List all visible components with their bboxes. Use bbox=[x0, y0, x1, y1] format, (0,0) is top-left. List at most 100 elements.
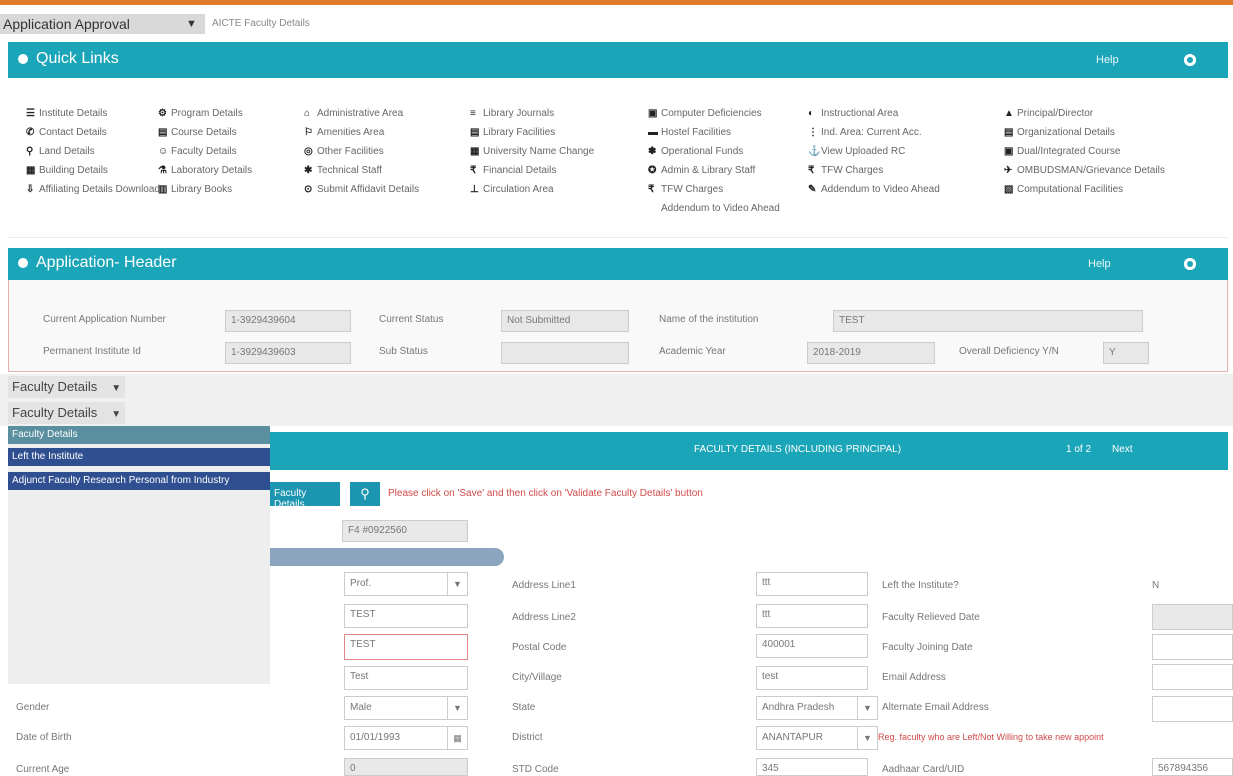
quick-link-label: Faculty Details bbox=[171, 146, 237, 157]
alt-email-input[interactable] bbox=[1152, 696, 1233, 722]
quick-link-item[interactable]: ₹ TFW Charges bbox=[648, 180, 780, 199]
address2-label: Address Line2 bbox=[512, 612, 576, 623]
quick-link-item[interactable]: ▤ Organizational Details bbox=[1004, 123, 1165, 142]
current-app-label: Current Application Number bbox=[43, 314, 166, 325]
quick-link-item[interactable]: ◎ Other Facilities bbox=[304, 142, 419, 161]
section-divider-pill bbox=[270, 548, 504, 566]
quick-link-item[interactable]: ⇩ Affiliating Details Download bbox=[26, 180, 160, 199]
application-header-title-text: Application- Header bbox=[36, 254, 177, 271]
quick-link-icon: ◐ bbox=[808, 108, 815, 119]
inst-name-field: TEST bbox=[833, 310, 1143, 332]
faculty-details-dropdown-2[interactable]: Faculty Details ▼ bbox=[8, 402, 126, 424]
postal-code-input[interactable]: 400001 bbox=[756, 634, 868, 658]
quick-link-item[interactable]: ✱ Technical Staff bbox=[304, 161, 419, 180]
quick-link-item[interactable]: ▦ University Name Change bbox=[470, 142, 594, 161]
perm-id-field: 1-3929439603 bbox=[225, 342, 351, 364]
menu-item-adjunct-faculty[interactable]: Adjunct Faculty Research Personal from I… bbox=[8, 472, 270, 490]
city-input[interactable]: test bbox=[756, 666, 868, 690]
gender-select[interactable]: Male ▼ bbox=[344, 696, 468, 720]
joining-date-input[interactable] bbox=[1152, 634, 1233, 660]
address1-input[interactable]: ttt bbox=[756, 572, 868, 596]
quick-link-item[interactable]: ▧ Computational Facilities bbox=[1004, 180, 1165, 199]
district-select[interactable]: ANANTAPUR ▼ bbox=[756, 726, 878, 750]
quick-link-icon: ▬ bbox=[648, 127, 658, 138]
aadhaar-input[interactable]: 567894356 bbox=[1152, 758, 1233, 776]
quick-link-item[interactable]: ▤ Library Facilities bbox=[470, 123, 594, 142]
quick-link-item[interactable]: ₹ Financial Details bbox=[470, 161, 594, 180]
chevron-down-icon: ▼ bbox=[447, 573, 467, 595]
quick-links-column: ⚙ Program Details ▤ Course Details ☺ Faculty … bbox=[158, 104, 252, 199]
quick-link-item[interactable]: ⊥ Circulation Area bbox=[470, 180, 594, 199]
quick-link-label: Principal/Director bbox=[1017, 108, 1094, 119]
quick-link-icon: ✱ bbox=[304, 165, 313, 176]
email-input[interactable] bbox=[1152, 664, 1233, 690]
quick-link-item[interactable]: ✽ Operational Funds bbox=[648, 142, 780, 161]
quick-link-item[interactable]: ✆ Contact Details bbox=[26, 123, 160, 142]
quick-link-item[interactable]: ▥ Library Books bbox=[158, 180, 252, 199]
dob-input[interactable]: 01/01/1993 ▦ bbox=[344, 726, 468, 750]
faculty-section-title: FACULTY DETAILS (INCLUDING PRINCIPAL) bbox=[694, 444, 902, 455]
breadcrumb[interactable]: AICTE Faculty Details bbox=[212, 18, 310, 29]
last-name-input[interactable]: Test bbox=[344, 666, 468, 690]
quick-link-item[interactable]: ✈ OMBUDSMAN/Grievance Details bbox=[1004, 161, 1165, 180]
state-select[interactable]: Andhra Pradesh ▼ bbox=[756, 696, 878, 720]
quick-link-icon: ▦ bbox=[470, 146, 480, 157]
quick-link-label: Library Facilities bbox=[483, 127, 556, 138]
help-link[interactable]: Help bbox=[1088, 258, 1111, 270]
title-select[interactable]: Prof. ▼ bbox=[344, 572, 468, 596]
quick-link-label: Computer Deficiencies bbox=[661, 108, 762, 119]
quick-link-item[interactable]: ⚓View Uploaded RC bbox=[808, 142, 940, 161]
circle-icon bbox=[18, 257, 28, 268]
quick-link-item[interactable]: ₹ TFW Charges bbox=[808, 161, 940, 180]
quick-link-item[interactable]: ⚙ Program Details bbox=[158, 104, 252, 123]
middle-name-input[interactable]: TEST bbox=[344, 634, 468, 660]
quick-link-item[interactable]: ▦ Building Details bbox=[26, 161, 160, 180]
quick-link-item[interactable]: ▲ Principal/Director bbox=[1004, 104, 1165, 123]
menu-item-left-institute[interactable]: Left the Institute bbox=[8, 448, 270, 466]
help-link[interactable]: Help bbox=[1096, 54, 1119, 66]
quick-link-label: Program Details bbox=[171, 108, 243, 119]
quick-link-icon: ▥ bbox=[158, 184, 168, 195]
quick-link-item[interactable]: ◐ Instructional Area bbox=[808, 104, 940, 123]
quick-link-icon: ⊙ bbox=[304, 184, 313, 195]
quick-link-item[interactable]: ▤ Course Details bbox=[158, 123, 252, 142]
chevron-down-icon: ▼ bbox=[857, 727, 877, 749]
faculty-details-dropdown-1[interactable]: Faculty Details ▼ bbox=[8, 376, 126, 398]
quick-link-icon: ▦ bbox=[26, 165, 36, 176]
quick-link-item[interactable]: ⊙ Submit Affidavit Details bbox=[304, 180, 419, 199]
quick-link-item[interactable]: ✎ Addendum to Video Ahead bbox=[808, 180, 940, 199]
first-name-input[interactable]: TEST bbox=[344, 604, 468, 628]
quick-link-item[interactable]: ≡ Library Journals bbox=[470, 104, 594, 123]
quick-links-column: ◐ Instructional Area ⋮ Ind. Area: Current A… bbox=[808, 104, 940, 199]
std-code-input[interactable]: 345 bbox=[756, 758, 868, 776]
gender-select-value: Male bbox=[350, 702, 372, 713]
faculty-details-button[interactable]: Faculty Details bbox=[270, 482, 340, 510]
application-select[interactable]: Application Approval ▼ bbox=[0, 14, 205, 34]
quick-link-item[interactable]: ▣ Computer Deficiencies bbox=[648, 104, 780, 123]
next-link[interactable]: Next bbox=[1112, 444, 1133, 455]
address2-input[interactable]: ttt bbox=[756, 604, 868, 628]
gear-icon[interactable] bbox=[1184, 258, 1196, 270]
quick-link-item[interactable]: ▬ Hostel Facilities bbox=[648, 123, 780, 142]
city-label: City/Village bbox=[512, 672, 562, 683]
circle-icon bbox=[18, 53, 28, 64]
quick-link-item[interactable]: ⚐ Amenities Area bbox=[304, 123, 419, 142]
calendar-icon[interactable]: ▦ bbox=[447, 727, 467, 749]
quick-link-item[interactable]: ☺ Faculty Details bbox=[158, 142, 252, 161]
quick-link-item[interactable]: Addendum to Video Ahead bbox=[648, 199, 780, 218]
quick-link-item[interactable]: ▣ Dual/Integrated Course bbox=[1004, 142, 1165, 161]
quick-link-item[interactable]: ⋮ Ind. Area: Current Acc. bbox=[808, 123, 940, 142]
gear-icon[interactable] bbox=[1184, 54, 1196, 66]
quick-link-label: TFW Charges bbox=[661, 184, 724, 195]
quick-link-item[interactable]: ⌂ Administrative Area bbox=[304, 104, 419, 123]
quick-link-item[interactable]: ⚗ Laboratory Details bbox=[158, 161, 252, 180]
faculty-dropdown-menu: Faculty Details Left the Institute Adjun… bbox=[8, 426, 270, 684]
quick-link-label: OMBUDSMAN/Grievance Details bbox=[1017, 165, 1165, 176]
faculty-dropdown-2-label: Faculty Details bbox=[12, 405, 98, 420]
quick-link-item[interactable]: ⚲ Land Details bbox=[26, 142, 160, 161]
quick-link-item[interactable]: ✪ Admin & Library Staff bbox=[648, 161, 780, 180]
menu-item-faculty-details[interactable]: Faculty Details bbox=[8, 426, 270, 444]
quick-link-item[interactable]: ☰ Institute Details bbox=[26, 104, 160, 123]
quick-link-icon: ✆ bbox=[26, 127, 35, 138]
search-icon[interactable]: ⚲ bbox=[350, 482, 380, 506]
